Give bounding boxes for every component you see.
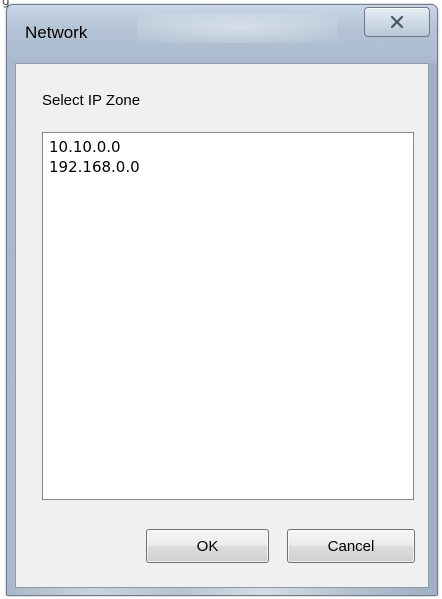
network-dialog: Network Select IP Zone 10.10.0.0 192.168…	[6, 4, 438, 596]
cancel-button[interactable]: Cancel	[287, 529, 415, 563]
ok-button[interactable]: OK	[146, 529, 269, 563]
list-item[interactable]: 192.168.0.0	[49, 157, 407, 177]
close-x-icon	[390, 15, 404, 29]
window-title: Network	[25, 23, 88, 42]
title-bar[interactable]: Network	[7, 5, 437, 63]
title-bar-glare	[137, 13, 337, 43]
ip-zone-listbox[interactable]: 10.10.0.0 192.168.0.0	[42, 132, 414, 500]
list-item[interactable]: 10.10.0.0	[49, 137, 407, 157]
close-button[interactable]	[364, 7, 430, 37]
dialog-body: Select IP Zone 10.10.0.0 192.168.0.0 OK …	[15, 63, 429, 588]
screen: g Network Select IP Zone 10.10.0.0 192.1…	[0, 0, 442, 599]
select-ip-zone-label: Select IP Zone	[42, 92, 141, 109]
